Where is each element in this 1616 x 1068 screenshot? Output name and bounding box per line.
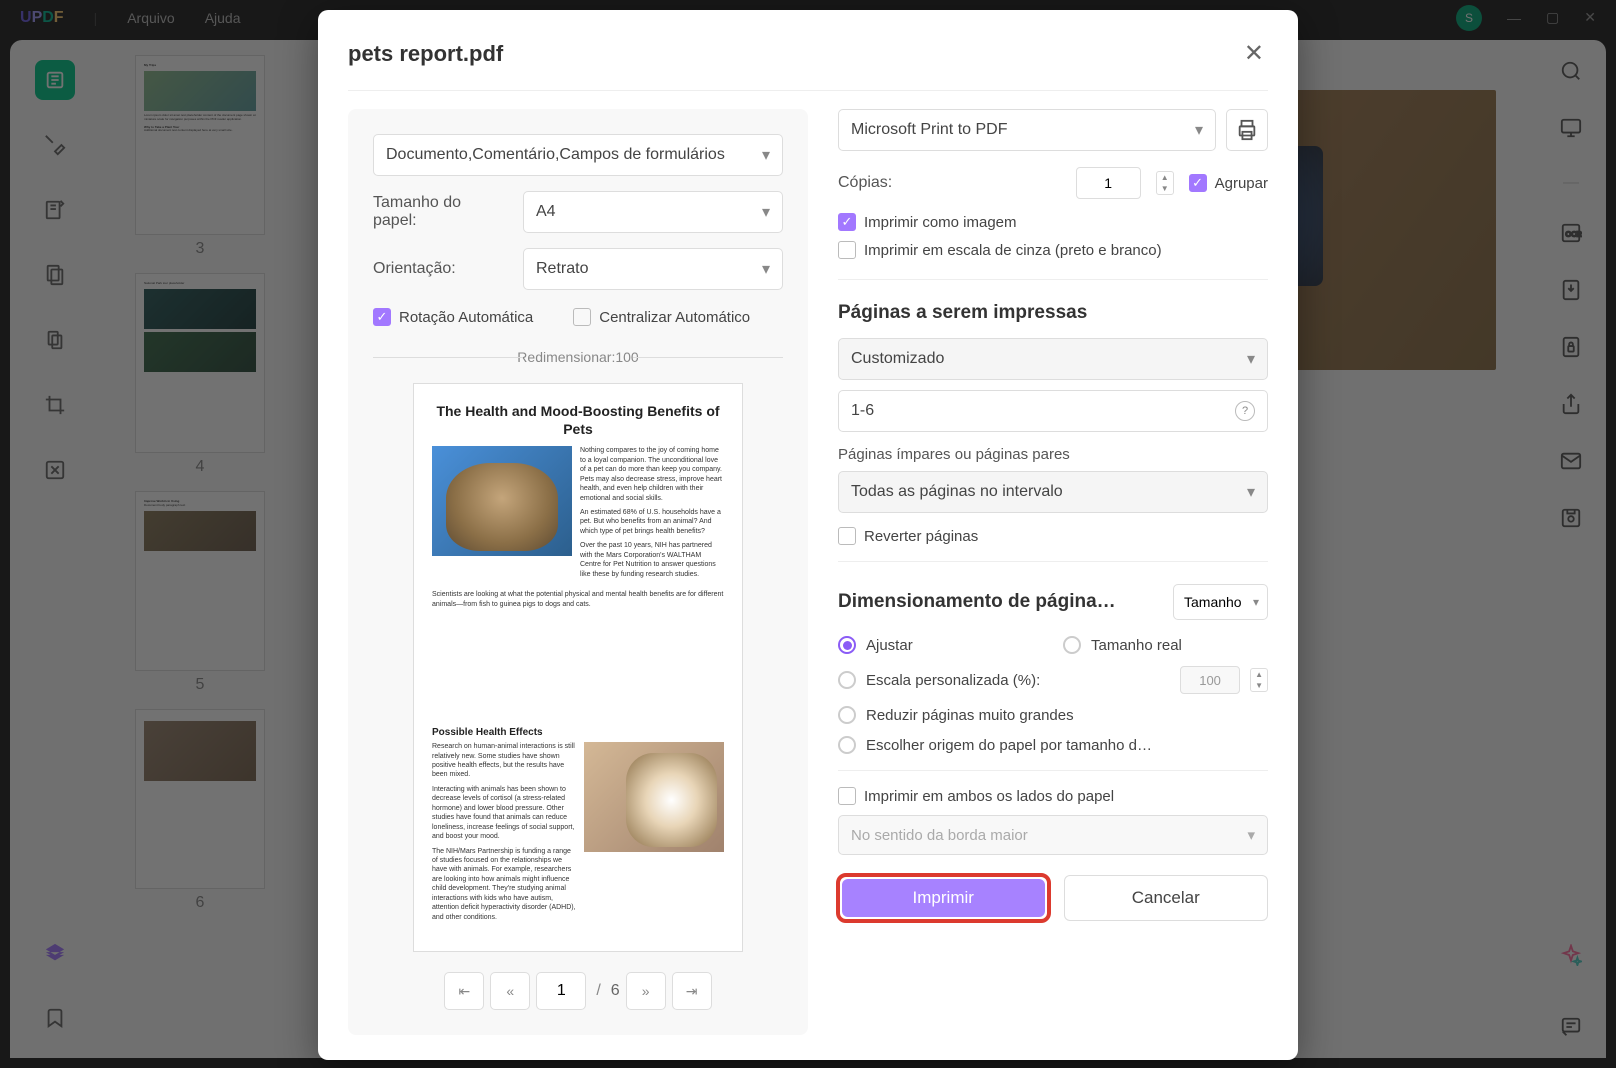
custom-scale-radio[interactable]: Escala personalizada (%): ▲▼	[838, 666, 1268, 694]
printer-select[interactable]: Microsoft Print to PDF	[838, 109, 1216, 151]
last-page-button[interactable]: ⇥	[672, 972, 712, 1010]
grayscale-checkbox[interactable]: Imprimir em escala de cinza (preto e bra…	[838, 241, 1268, 259]
modal-overlay: pets report.pdf ✕ Documento,Comentário,C…	[0, 0, 1616, 1068]
sizing-unit-select[interactable]: Tamanho	[1173, 584, 1268, 620]
print-dialog: pets report.pdf ✕ Documento,Comentário,C…	[318, 10, 1298, 1060]
resize-label: Redimensionar:100	[373, 349, 783, 365]
prev-page-button[interactable]: «	[490, 972, 530, 1010]
close-button[interactable]: ✕	[1240, 35, 1268, 72]
page-range-input[interactable]: 1-6	[838, 390, 1268, 432]
copies-input[interactable]	[1076, 167, 1141, 199]
orientation-select[interactable]: Retrato	[523, 248, 783, 290]
print-preview-panel: Documento,Comentário,Campos de formulári…	[348, 109, 808, 1035]
collate-checkbox[interactable]: ✓Agrupar	[1189, 174, 1268, 192]
copies-label: Cópias:	[838, 174, 892, 192]
oddeven-select[interactable]: Todas as páginas no intervalo	[838, 471, 1268, 513]
next-page-button[interactable]: »	[626, 972, 666, 1010]
paper-source-radio[interactable]: Escolher origem do papel por tamanho d…	[838, 736, 1268, 754]
sizing-section-title: Dimensionamento de página…	[838, 591, 1161, 613]
duplex-mode-select: No sentido da borda maior	[838, 815, 1268, 855]
dialog-title: pets report.pdf	[348, 41, 503, 67]
preview-image-dog	[584, 742, 724, 852]
first-page-button[interactable]: ⇤	[444, 972, 484, 1010]
preview-pager: ⇤ « / 6 » ⇥	[373, 972, 783, 1010]
print-button[interactable]: Imprimir	[842, 879, 1045, 917]
auto-center-checkbox[interactable]: Centralizar Automático	[573, 308, 750, 326]
total-pages: 6	[611, 982, 620, 1000]
reverse-pages-checkbox[interactable]: Reverter páginas	[838, 527, 1268, 545]
copies-spinner[interactable]: ▲▼	[1156, 171, 1174, 195]
orientation-label: Orientação:	[373, 260, 508, 278]
page-input[interactable]	[536, 972, 586, 1010]
range-mode-select[interactable]: Customizado	[838, 338, 1268, 380]
pages-section-title: Páginas a serem impressas	[838, 302, 1268, 324]
fit-radio[interactable]: Ajustar	[838, 636, 1043, 654]
auto-rotate-checkbox[interactable]: ✓Rotação Automática	[373, 308, 533, 326]
preview-image-cat	[432, 446, 572, 556]
scale-input[interactable]	[1180, 666, 1240, 694]
print-options-panel: Microsoft Print to PDF Cópias: ▲▼ ✓Agrup…	[838, 109, 1268, 1035]
oddeven-label: Páginas ímpares ou páginas pares	[838, 446, 1268, 463]
printer-settings-button[interactable]	[1226, 109, 1268, 151]
print-as-image-checkbox[interactable]: ✓Imprimir como imagem	[838, 213, 1268, 231]
content-select[interactable]: Documento,Comentário,Campos de formulári…	[373, 134, 783, 176]
paper-size-label: Tamanho do papel:	[373, 194, 508, 230]
cancel-button[interactable]: Cancelar	[1064, 875, 1269, 921]
actual-size-radio[interactable]: Tamanho real	[1063, 636, 1268, 654]
duplex-checkbox[interactable]: Imprimir em ambos os lados do papel	[838, 787, 1268, 805]
page-preview: The Health and Mood-Boosting Benefits of…	[413, 383, 743, 952]
paper-size-select[interactable]: A4	[523, 191, 783, 233]
shrink-radio[interactable]: Reduzir páginas muito grandes	[838, 706, 1268, 724]
